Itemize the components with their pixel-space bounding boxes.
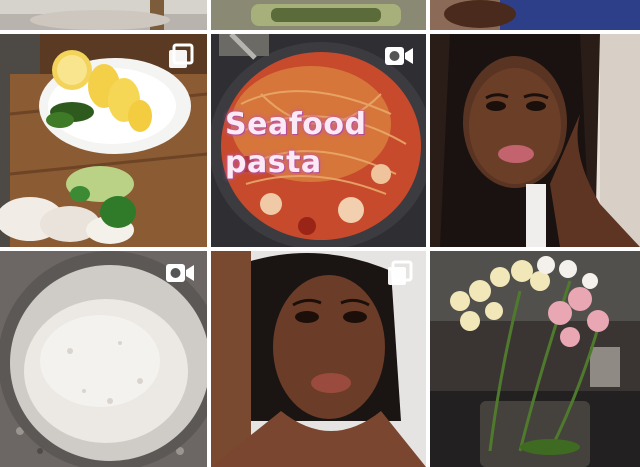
media-grid: Seafood pasta [0, 0, 640, 467]
grid-tile-selfie[interactable] [430, 34, 640, 247]
multiple-photos-icon [169, 43, 194, 68]
video-camera-icon [166, 264, 194, 282]
grid-tile-top-middle[interactable] [211, 0, 426, 30]
tile-photo [430, 251, 640, 467]
multiple-photos-icon [388, 260, 413, 285]
grid-tile-top-left[interactable] [0, 0, 207, 30]
video-camera-icon [385, 47, 413, 65]
grid-tile-flour-bowl[interactable] [0, 251, 207, 467]
grid-tile-seafood-pasta[interactable]: Seafood pasta [211, 34, 426, 247]
tile-photo [0, 0, 207, 30]
grid-tile-lemons-herbs[interactable] [0, 34, 207, 247]
tile-photo [211, 0, 426, 30]
tile-photo [430, 0, 640, 30]
tile-photo [430, 34, 640, 247]
post-caption-overlay: Seafood pasta [225, 107, 367, 180]
grid-tile-top-right[interactable] [430, 0, 640, 30]
grid-tile-bob-portrait[interactable] [211, 251, 426, 467]
grid-tile-orchids[interactable] [430, 251, 640, 467]
